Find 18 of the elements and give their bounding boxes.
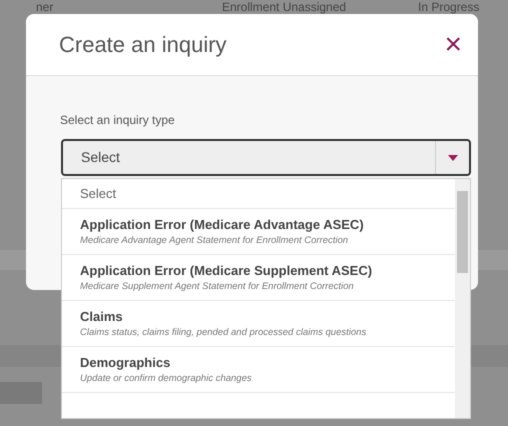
column-header: In Progress — [418, 1, 480, 13]
dropdown-option[interactable]: Select — [62, 179, 455, 209]
column-header: Enrollment Unassigned — [222, 1, 346, 13]
caret-icon — [448, 154, 458, 160]
scrollbar[interactable] — [455, 179, 470, 418]
option-description: Medicare Advantage Agent Statement for Enrollment Correction — [80, 234, 350, 248]
option-title: Demographics — [80, 354, 172, 372]
option-description: Medicare Supplement Agent Statement for Enrollment Correction — [80, 280, 355, 294]
close-button[interactable]: × — [440, 30, 466, 60]
inquiry-type-select[interactable]: Select — [61, 139, 471, 176]
option-title: Application Error (Medicare Supplement ASEC) — [80, 262, 374, 280]
field-label: Select an inquiry type — [60, 113, 175, 127]
modal-title: Create an inquiry — [59, 31, 227, 59]
option-title: Application Error (Medicare Advantage ASEC) — [80, 216, 365, 234]
option-description: Claims status, claims filing, pended and processed claims questions — [80, 326, 368, 340]
option-description: Update or confirm demographic changes — [80, 372, 253, 386]
option-title: Claims — [80, 308, 124, 326]
column-header: ner — [36, 1, 54, 13]
